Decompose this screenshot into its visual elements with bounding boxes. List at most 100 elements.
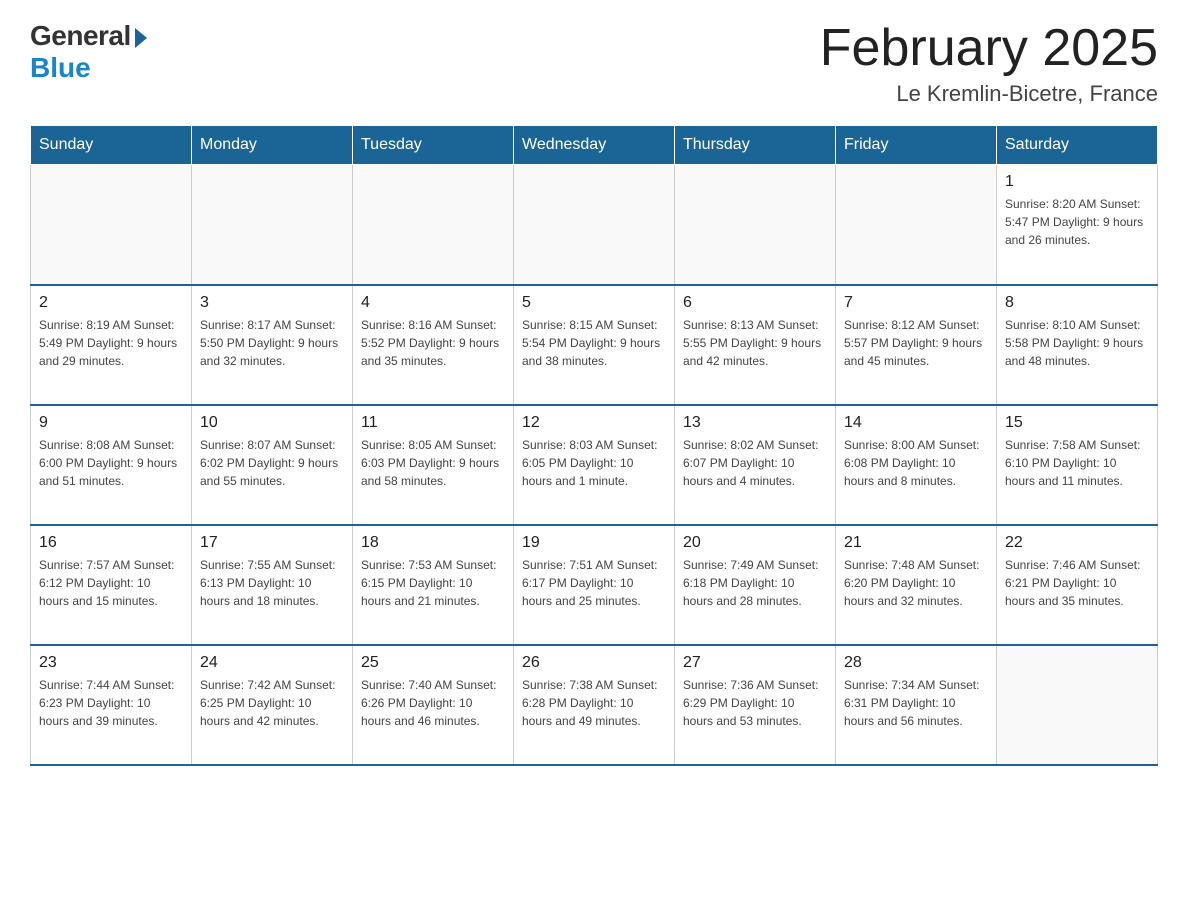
day-info: Sunrise: 7:34 AM Sunset: 6:31 PM Dayligh… <box>844 676 988 730</box>
day-number: 26 <box>522 654 666 672</box>
day-info: Sunrise: 7:46 AM Sunset: 6:21 PM Dayligh… <box>1005 556 1149 610</box>
logo-arrow-icon <box>135 28 147 48</box>
day-info: Sunrise: 8:03 AM Sunset: 6:05 PM Dayligh… <box>522 436 666 490</box>
day-info: Sunrise: 8:16 AM Sunset: 5:52 PM Dayligh… <box>361 316 505 370</box>
day-info: Sunrise: 8:10 AM Sunset: 5:58 PM Dayligh… <box>1005 316 1149 370</box>
week-row-2: 2 Sunrise: 8:19 AM Sunset: 5:49 PM Daylig… <box>31 285 1158 405</box>
day-number: 24 <box>200 654 344 672</box>
day-number: 28 <box>844 654 988 672</box>
weekday-header-friday: Friday <box>836 126 997 165</box>
day-info: Sunrise: 7:53 AM Sunset: 6:15 PM Dayligh… <box>361 556 505 610</box>
day-number: 3 <box>200 294 344 312</box>
week-row-3: 9 Sunrise: 8:08 AM Sunset: 6:00 PM Daylig… <box>31 405 1158 525</box>
weekday-header-sunday: Sunday <box>31 126 192 165</box>
day-number: 14 <box>844 414 988 432</box>
day-info: Sunrise: 8:12 AM Sunset: 5:57 PM Dayligh… <box>844 316 988 370</box>
day-number: 7 <box>844 294 988 312</box>
calendar-cell <box>836 165 997 285</box>
day-info: Sunrise: 8:19 AM Sunset: 5:49 PM Dayligh… <box>39 316 183 370</box>
day-info: Sunrise: 7:40 AM Sunset: 6:26 PM Dayligh… <box>361 676 505 730</box>
day-info: Sunrise: 7:38 AM Sunset: 6:28 PM Dayligh… <box>522 676 666 730</box>
calendar-cell: 9 Sunrise: 8:08 AM Sunset: 6:00 PM Daylig… <box>31 405 192 525</box>
weekday-header-thursday: Thursday <box>675 126 836 165</box>
day-info: Sunrise: 8:07 AM Sunset: 6:02 PM Dayligh… <box>200 436 344 490</box>
day-info: Sunrise: 8:20 AM Sunset: 5:47 PM Dayligh… <box>1005 195 1149 249</box>
day-info: Sunrise: 8:15 AM Sunset: 5:54 PM Dayligh… <box>522 316 666 370</box>
weekday-header-wednesday: Wednesday <box>514 126 675 165</box>
day-info: Sunrise: 7:57 AM Sunset: 6:12 PM Dayligh… <box>39 556 183 610</box>
page-header: General Blue February 2025 Le Kremlin-Bi… <box>30 20 1158 107</box>
calendar-cell: 15 Sunrise: 7:58 AM Sunset: 6:10 PM Dayli… <box>997 405 1158 525</box>
calendar-cell: 14 Sunrise: 8:00 AM Sunset: 6:08 PM Dayli… <box>836 405 997 525</box>
calendar-cell: 6Sunrise: 8:13 AM Sunset: 5:55 PM Daylig… <box>675 285 836 405</box>
day-number: 10 <box>200 414 344 432</box>
calendar-cell: 10 Sunrise: 8:07 AM Sunset: 6:02 PM Dayli… <box>192 405 353 525</box>
day-info: Sunrise: 8:17 AM Sunset: 5:50 PM Dayligh… <box>200 316 344 370</box>
page-subtitle: Le Kremlin-Bicetre, France <box>820 81 1158 107</box>
day-info: Sunrise: 7:58 AM Sunset: 6:10 PM Dayligh… <box>1005 436 1149 490</box>
calendar-cell: 21 Sunrise: 7:48 AM Sunset: 6:20 PM Dayli… <box>836 525 997 645</box>
day-info: Sunrise: 8:00 AM Sunset: 6:08 PM Dayligh… <box>844 436 988 490</box>
page-title: February 2025 <box>820 20 1158 77</box>
calendar-cell: 22 Sunrise: 7:46 AM Sunset: 6:21 PM Dayli… <box>997 525 1158 645</box>
day-number: 17 <box>200 534 344 552</box>
calendar-cell <box>997 645 1158 765</box>
calendar-cell: 25 Sunrise: 7:40 AM Sunset: 6:26 PM Dayli… <box>353 645 514 765</box>
day-info: Sunrise: 7:42 AM Sunset: 6:25 PM Dayligh… <box>200 676 344 730</box>
day-info: Sunrise: 7:36 AM Sunset: 6:29 PM Dayligh… <box>683 676 827 730</box>
day-number: 22 <box>1005 534 1149 552</box>
day-number: 19 <box>522 534 666 552</box>
day-number: 9 <box>39 414 183 432</box>
calendar-cell: 28 Sunrise: 7:34 AM Sunset: 6:31 PM Dayli… <box>836 645 997 765</box>
week-row-1: 1 Sunrise: 8:20 AM Sunset: 5:47 PM Daylig… <box>31 165 1158 285</box>
day-info: Sunrise: 7:49 AM Sunset: 6:18 PM Dayligh… <box>683 556 827 610</box>
calendar-cell: 1 Sunrise: 8:20 AM Sunset: 5:47 PM Daylig… <box>997 165 1158 285</box>
day-number: 2 <box>39 294 183 312</box>
day-number: 4 <box>361 294 505 312</box>
calendar-cell <box>514 165 675 285</box>
day-number: 11 <box>361 414 505 432</box>
calendar-cell: 24 Sunrise: 7:42 AM Sunset: 6:25 PM Dayli… <box>192 645 353 765</box>
day-number: 15 <box>1005 414 1149 432</box>
calendar-cell: 16Sunrise: 7:57 AM Sunset: 6:12 PM Dayli… <box>31 525 192 645</box>
calendar-cell: 7 Sunrise: 8:12 AM Sunset: 5:57 PM Daylig… <box>836 285 997 405</box>
day-info: Sunrise: 8:05 AM Sunset: 6:03 PM Dayligh… <box>361 436 505 490</box>
day-number: 21 <box>844 534 988 552</box>
calendar-cell: 20 Sunrise: 7:49 AM Sunset: 6:18 PM Dayli… <box>675 525 836 645</box>
week-row-4: 16Sunrise: 7:57 AM Sunset: 6:12 PM Dayli… <box>31 525 1158 645</box>
calendar-cell: 19Sunrise: 7:51 AM Sunset: 6:17 PM Dayli… <box>514 525 675 645</box>
day-info: Sunrise: 8:08 AM Sunset: 6:00 PM Dayligh… <box>39 436 183 490</box>
day-number: 20 <box>683 534 827 552</box>
calendar-cell: 3 Sunrise: 8:17 AM Sunset: 5:50 PM Daylig… <box>192 285 353 405</box>
logo: General Blue <box>30 20 147 84</box>
calendar-cell <box>31 165 192 285</box>
logo-general-text: General <box>30 20 131 52</box>
calendar-cell: 4 Sunrise: 8:16 AM Sunset: 5:52 PM Daylig… <box>353 285 514 405</box>
day-number: 12 <box>522 414 666 432</box>
day-info: Sunrise: 7:48 AM Sunset: 6:20 PM Dayligh… <box>844 556 988 610</box>
day-number: 27 <box>683 654 827 672</box>
week-row-5: 23Sunrise: 7:44 AM Sunset: 6:23 PM Dayli… <box>31 645 1158 765</box>
weekday-header-tuesday: Tuesday <box>353 126 514 165</box>
calendar-table: SundayMondayTuesdayWednesdayThursdayFrid… <box>30 125 1158 766</box>
calendar-cell <box>192 165 353 285</box>
calendar-cell: 11 Sunrise: 8:05 AM Sunset: 6:03 PM Dayli… <box>353 405 514 525</box>
day-number: 25 <box>361 654 505 672</box>
day-info: Sunrise: 7:55 AM Sunset: 6:13 PM Dayligh… <box>200 556 344 610</box>
calendar-cell: 13Sunrise: 8:02 AM Sunset: 6:07 PM Dayli… <box>675 405 836 525</box>
title-block: February 2025 Le Kremlin-Bicetre, France <box>820 20 1158 107</box>
logo-blue-text: Blue <box>30 52 91 84</box>
calendar-cell <box>353 165 514 285</box>
calendar-cell: 23Sunrise: 7:44 AM Sunset: 6:23 PM Dayli… <box>31 645 192 765</box>
day-number: 1 <box>1005 173 1149 191</box>
day-number: 23 <box>39 654 183 672</box>
day-number: 18 <box>361 534 505 552</box>
weekday-header-monday: Monday <box>192 126 353 165</box>
calendar-cell: 8 Sunrise: 8:10 AM Sunset: 5:58 PM Daylig… <box>997 285 1158 405</box>
calendar-cell: 12 Sunrise: 8:03 AM Sunset: 6:05 PM Dayli… <box>514 405 675 525</box>
weekday-header-saturday: Saturday <box>997 126 1158 165</box>
day-number: 5 <box>522 294 666 312</box>
day-number: 8 <box>1005 294 1149 312</box>
calendar-cell: 26 Sunrise: 7:38 AM Sunset: 6:28 PM Dayli… <box>514 645 675 765</box>
calendar-cell: 18 Sunrise: 7:53 AM Sunset: 6:15 PM Dayli… <box>353 525 514 645</box>
